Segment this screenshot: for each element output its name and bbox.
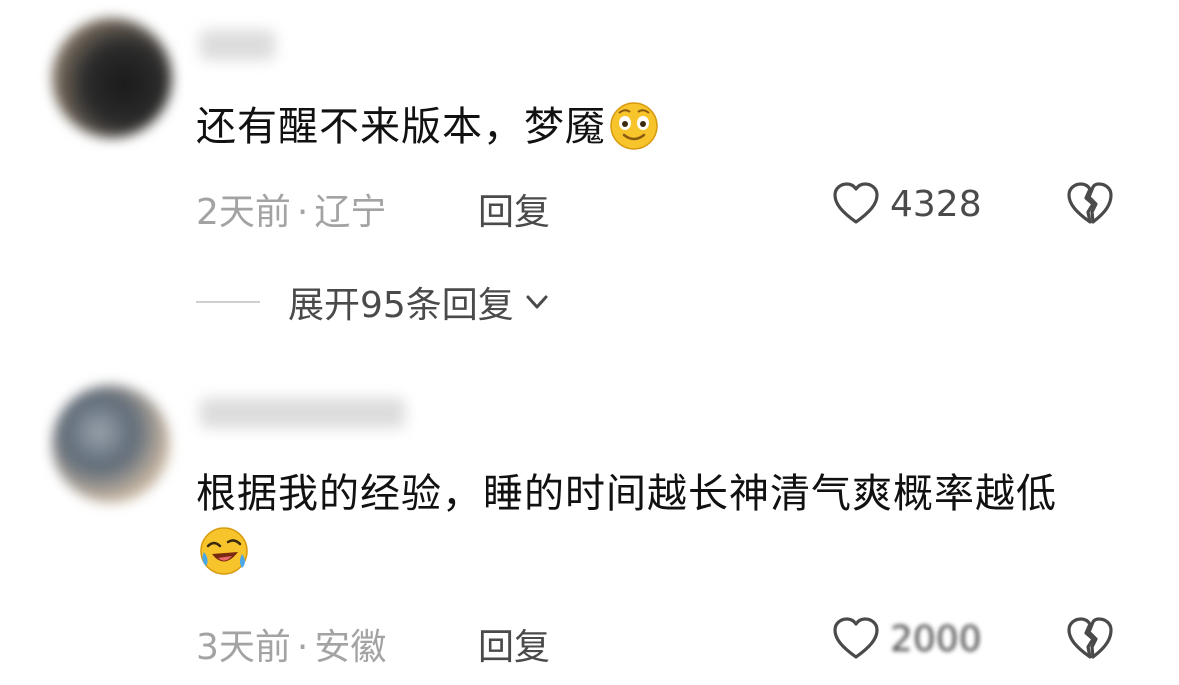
comment-location: 辽宁 — [314, 192, 387, 233]
expand-replies-label: 展开95条回复 — [288, 285, 514, 326]
meta-separator: · — [296, 627, 309, 668]
comment-meta: 2天前 · 辽宁 — [196, 183, 386, 235]
username-blurred[interactable] — [200, 30, 275, 60]
comment-text: 还有醒不来版本，梦魇 — [196, 98, 1096, 156]
like-count: 2000 — [890, 618, 982, 660]
broken-heart-icon[interactable] — [1066, 180, 1114, 228]
comment-location: 安徽 — [314, 627, 387, 668]
heart-outline-icon — [833, 617, 879, 659]
comment-time: 3天前 — [196, 627, 291, 668]
comment-meta: 3天前 · 安徽 — [196, 618, 386, 670]
comment-time: 2天前 — [196, 192, 291, 233]
avatar[interactable] — [52, 385, 170, 503]
reply-button[interactable]: 回复 — [478, 183, 550, 235]
broken-heart-icon[interactable] — [1066, 615, 1114, 663]
heart-outline-icon — [833, 182, 879, 224]
like-count: 4328 — [890, 183, 982, 225]
comment-text: 根据我的经验，睡的时间越长神清气爽概率越低 — [196, 465, 1096, 581]
expand-replies-button[interactable]: 展开95条回复 — [196, 276, 552, 328]
chevron-down-icon — [526, 295, 548, 309]
reply-button[interactable]: 回复 — [478, 618, 550, 670]
rolling-laughing-emoji-icon — [200, 527, 248, 575]
comment-text-body: 根据我的经验，睡的时间越长神清气爽概率越低 — [196, 471, 1057, 517]
like-button[interactable]: 4328 — [832, 180, 982, 228]
comment-text-body: 还有醒不来版本，梦魇 — [196, 104, 606, 150]
avatar[interactable] — [52, 18, 172, 138]
like-button[interactable]: 2000 — [832, 615, 982, 663]
smiling-face-emoji-icon — [610, 102, 658, 150]
meta-separator: · — [296, 192, 309, 233]
username-blurred[interactable] — [200, 398, 405, 428]
divider-line — [196, 301, 260, 303]
